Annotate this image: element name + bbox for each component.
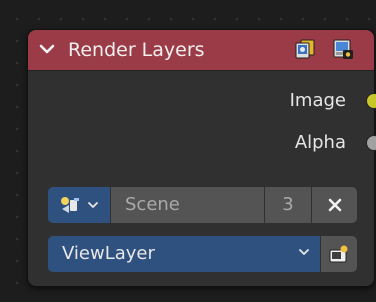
render-layers-icon[interactable] [294, 38, 316, 60]
render-layers-node[interactable]: Render Layers Image Alpha Scene 3 ViewLa… [27, 29, 376, 287]
scene-user-count[interactable]: 3 [265, 187, 311, 223]
node-title: Render Layers [68, 39, 205, 61]
alpha-output-socket[interactable] [366, 135, 376, 151]
scene-icon [59, 194, 83, 216]
render-result-icon[interactable] [332, 38, 354, 60]
output-image: Image [290, 90, 346, 112]
scene-name-field[interactable]: Scene [111, 187, 264, 223]
render-view-layer-icon [328, 244, 350, 264]
node-header[interactable]: Render Layers [28, 30, 374, 71]
close-icon [327, 197, 343, 213]
view-layer-value: ViewLayer [62, 243, 155, 264]
output-alpha: Alpha [295, 132, 346, 154]
render-view-layer-button[interactable] [321, 236, 357, 272]
scene-selector: Scene 3 [48, 187, 357, 223]
output-alpha-label: Alpha [294, 132, 346, 153]
chevron-down-icon [87, 201, 99, 209]
output-image-label: Image [289, 90, 346, 111]
view-layer-row: ViewLayer [48, 236, 357, 272]
view-layer-dropdown[interactable]: ViewLayer [48, 236, 320, 272]
image-output-socket[interactable] [366, 93, 376, 109]
collapse-chevron-icon[interactable] [36, 38, 58, 60]
scene-browse-button[interactable] [48, 187, 110, 223]
chevron-down-icon [298, 248, 310, 256]
scene-clear-button[interactable] [312, 187, 357, 223]
